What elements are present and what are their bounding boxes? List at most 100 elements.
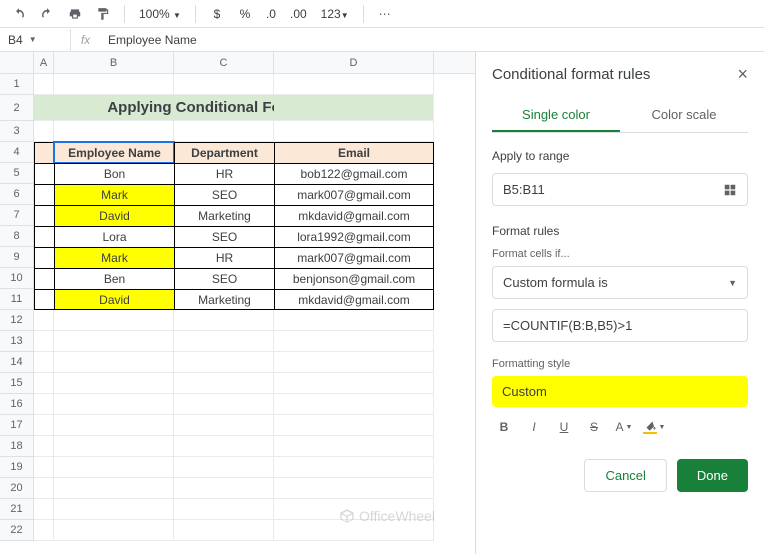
formula-input[interactable]: Employee Name [100, 33, 764, 47]
rule-type-select[interactable]: Custom formula is ▼ [492, 266, 748, 299]
italic-button[interactable]: I [522, 415, 546, 439]
cell-email[interactable]: mark007@gmail.com [274, 184, 434, 205]
cell[interactable] [54, 121, 174, 142]
row-header[interactable]: 7 [0, 205, 34, 226]
cell-department[interactable]: HR [174, 163, 274, 184]
cell-department[interactable]: Marketing [174, 205, 274, 226]
cell[interactable] [174, 310, 274, 331]
range-input[interactable]: B5:B11 [492, 173, 748, 206]
cell[interactable] [34, 310, 54, 331]
cell[interactable] [34, 226, 54, 247]
row-header[interactable]: 21 [0, 499, 34, 520]
cell[interactable] [34, 95, 54, 121]
cell[interactable] [34, 163, 54, 184]
bold-button[interactable]: B [492, 415, 516, 439]
cell[interactable] [34, 352, 54, 373]
underline-button[interactable]: U [552, 415, 576, 439]
grid-icon[interactable] [723, 183, 737, 197]
decimal-increase-button[interactable]: .00 [286, 3, 311, 25]
cell[interactable] [34, 415, 54, 436]
cell-email[interactable]: bob122@gmail.com [274, 163, 434, 184]
cell-email[interactable]: lora1992@gmail.com [274, 226, 434, 247]
cell-employee[interactable]: David [54, 205, 174, 226]
cell[interactable] [34, 268, 54, 289]
row-header[interactable]: 20 [0, 478, 34, 499]
cell[interactable] [54, 394, 174, 415]
cell[interactable] [54, 457, 174, 478]
cancel-button[interactable]: Cancel [584, 459, 666, 492]
cell[interactable] [174, 352, 274, 373]
cell[interactable] [54, 310, 174, 331]
cell-email[interactable]: benjonson@gmail.com [274, 268, 434, 289]
cell[interactable] [274, 394, 434, 415]
cell-email[interactable]: mkdavid@gmail.com [274, 205, 434, 226]
cell-department[interactable]: Marketing [174, 289, 274, 310]
row-header[interactable]: 17 [0, 415, 34, 436]
cell[interactable] [54, 373, 174, 394]
cell[interactable] [34, 394, 54, 415]
percent-button[interactable]: % [234, 3, 256, 25]
row-header[interactable]: 11 [0, 289, 34, 310]
row-header[interactable]: 9 [0, 247, 34, 268]
col-header-a[interactable]: A [34, 52, 54, 73]
cell-employee[interactable]: David [54, 289, 174, 310]
cell[interactable] [274, 478, 434, 499]
tab-color-scale[interactable]: Color scale [620, 99, 748, 132]
cell[interactable] [34, 457, 54, 478]
cell[interactable] [174, 373, 274, 394]
cell[interactable] [34, 121, 54, 142]
strikethrough-button[interactable]: S [582, 415, 606, 439]
cell[interactable] [274, 436, 434, 457]
col-header-d[interactable]: D [274, 52, 434, 73]
header-department[interactable]: Department [174, 142, 274, 163]
title-cell[interactable]: Applying Conditional Formatting [174, 95, 274, 121]
cell-employee[interactable]: Mark [54, 184, 174, 205]
col-header-b[interactable]: B [54, 52, 174, 73]
cell[interactable] [274, 331, 434, 352]
cell[interactable] [34, 289, 54, 310]
row-header[interactable]: 6 [0, 184, 34, 205]
undo-icon[interactable] [8, 3, 30, 25]
cell[interactable] [34, 373, 54, 394]
cell-email[interactable]: mark007@gmail.com [274, 247, 434, 268]
row-header[interactable]: 14 [0, 352, 34, 373]
cell[interactable] [54, 520, 174, 541]
row-header[interactable]: 8 [0, 226, 34, 247]
cell[interactable] [174, 436, 274, 457]
row-header[interactable]: 2 [0, 95, 34, 121]
style-preview[interactable]: Custom [492, 376, 748, 407]
tab-single-color[interactable]: Single color [492, 99, 620, 132]
cell[interactable] [54, 331, 174, 352]
row-header[interactable]: 12 [0, 310, 34, 331]
cell[interactable] [174, 415, 274, 436]
cell[interactable] [174, 394, 274, 415]
decimal-decrease-button[interactable]: .0 [262, 3, 280, 25]
more-icon[interactable]: ⋯ [374, 3, 396, 25]
cell-employee[interactable]: Ben [54, 268, 174, 289]
row-header[interactable]: 19 [0, 457, 34, 478]
number-format-select[interactable]: 123▼ [317, 7, 353, 21]
cell[interactable] [54, 436, 174, 457]
cell-department[interactable]: SEO [174, 268, 274, 289]
cell[interactable] [34, 142, 54, 163]
cell[interactable] [174, 478, 274, 499]
redo-icon[interactable] [36, 3, 58, 25]
row-header[interactable]: 22 [0, 520, 34, 541]
cell[interactable] [34, 499, 54, 520]
cell[interactable] [34, 478, 54, 499]
cell-employee[interactable]: Bon [54, 163, 174, 184]
cell-employee[interactable]: Mark [54, 247, 174, 268]
cell[interactable] [34, 436, 54, 457]
cell[interactable] [54, 352, 174, 373]
currency-button[interactable]: $ [206, 3, 228, 25]
cell[interactable] [54, 415, 174, 436]
cell[interactable] [54, 499, 174, 520]
fill-color-button[interactable]: ▼ [642, 415, 666, 439]
cell[interactable] [274, 310, 434, 331]
row-header[interactable]: 10 [0, 268, 34, 289]
row-header[interactable]: 5 [0, 163, 34, 184]
formula-input-box[interactable]: =COUNTIF(B:B,B5)>1 [492, 309, 748, 342]
cell[interactable] [34, 205, 54, 226]
cell[interactable] [174, 520, 274, 541]
cell-department[interactable]: SEO [174, 184, 274, 205]
